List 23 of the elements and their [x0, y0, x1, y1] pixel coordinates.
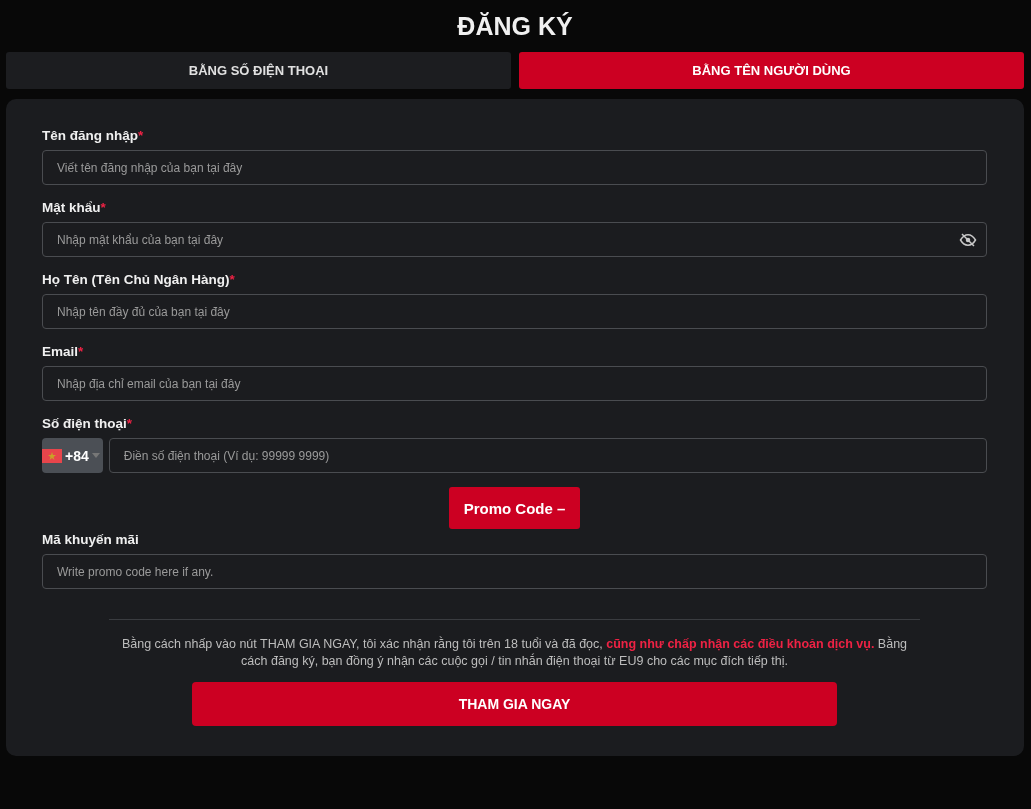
input-field[interactable]: Write promo code here if any.: [42, 554, 987, 589]
input-field[interactable]: Viết tên đăng nhập của bạn tại đây: [42, 150, 987, 185]
tab[interactable]: BẰNG SỐ ĐIỆN THOẠI: [6, 52, 511, 89]
input-field[interactable]: Nhập tên đầy đủ của bạn tại đây: [42, 294, 987, 329]
input-field[interactable]: Điền số điện thoại (Ví dụ: 99999 9999): [108, 438, 987, 473]
hide-password-icon[interactable]: [959, 231, 977, 249]
field-label: Mật khẩu*: [42, 199, 107, 217]
tab[interactable]: BẰNG TÊN NGƯỜI DÙNG: [519, 52, 1024, 89]
field-label: Số điện thoại*: [42, 415, 134, 433]
promo-code-button[interactable]: Promo Code –: [448, 487, 581, 529]
field-label: Mã khuyến mãi: [42, 531, 140, 549]
field-label: Họ Tên (Tên Chủ Ngân Hàng)*: [42, 271, 236, 289]
page-title: ĐĂNG KÝ: [456, 11, 574, 42]
terms-link[interactable]: cũng như chấp nhận các điều khoản dịch vụ.: [606, 637, 875, 651]
country-code-select[interactable]: +84: [42, 438, 103, 473]
flag-icon: [42, 448, 62, 463]
input-field[interactable]: Nhập địa chỉ email của bạn tại đây: [42, 366, 987, 401]
caret-icon: [91, 453, 100, 458]
input-field[interactable]: Nhập mật khẩu của bạn tại đây: [42, 222, 987, 257]
join-now-button[interactable]: THAM GIA NGAY: [192, 682, 837, 726]
field-label: Tên đăng nhập*: [42, 127, 145, 145]
field-label: Email*: [42, 343, 85, 361]
terms-text: Bằng cách nhấp vào nút THAM GIA NGAY, tôi xác nhận rằng tôi trên 18 tuổi và đã đọc, cũng như chấp nhận các điều khoản dịch vụ. Bằng cách đăng ký, bạn đồng ý nhận các cuộc gọi / tin nhắn điện thoại từ EU9 cho các mục đích tiếp thị.: [120, 636, 909, 670]
